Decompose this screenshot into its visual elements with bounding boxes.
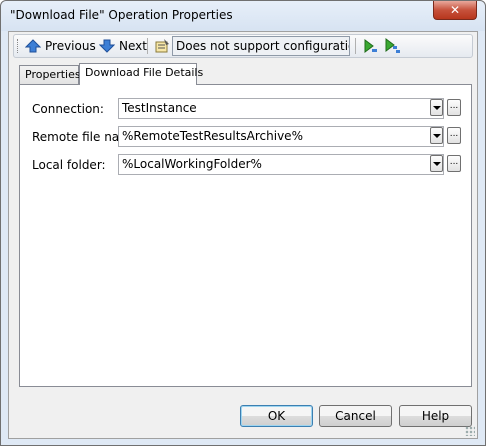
close-button[interactable]: ✕ xyxy=(433,1,477,20)
previous-label: Previous xyxy=(45,39,96,53)
download-file-details-panel: Connection: TestInstance ... Remote file… xyxy=(19,84,472,387)
run-icon xyxy=(364,39,377,53)
run-step-button[interactable] xyxy=(381,37,405,55)
remote-file-name-browse-button[interactable]: ... xyxy=(447,127,461,144)
connection-browse-button[interactable]: ... xyxy=(447,99,461,116)
down-arrow-icon xyxy=(99,39,115,53)
connection-row: Connection: TestInstance ... xyxy=(20,98,471,120)
next-label: Next xyxy=(119,39,147,53)
cancel-button[interactable]: Cancel xyxy=(319,405,392,427)
local-folder-field[interactable]: %LocalWorkingFolder% xyxy=(118,154,444,175)
title-bar[interactable]: "Download File" Operation Properties ✕ xyxy=(1,1,485,31)
help-button[interactable]: Help xyxy=(399,405,472,427)
window-title: "Download File" Operation Properties xyxy=(10,8,233,22)
local-folder-browse-button[interactable]: ... xyxy=(447,155,461,172)
toolbar-separator xyxy=(355,38,356,54)
connection-dropdown-button[interactable] xyxy=(430,99,443,116)
run-button[interactable] xyxy=(359,37,381,55)
previous-button[interactable]: Previous xyxy=(22,37,99,55)
dialog-window: "Download File" Operation Properties ✕ P… xyxy=(0,0,486,446)
properties-button[interactable] xyxy=(151,37,173,55)
toolbar-grip[interactable] xyxy=(17,39,20,53)
close-icon: ✕ xyxy=(449,3,461,17)
properties-icon xyxy=(155,39,169,53)
local-folder-dropdown-button[interactable] xyxy=(430,155,443,172)
remote-file-name-dropdown-button[interactable] xyxy=(430,127,443,144)
toolbar: Previous Next Does not support configura… xyxy=(13,34,473,58)
next-button[interactable]: Next xyxy=(96,37,150,55)
ok-button[interactable]: OK xyxy=(240,405,313,427)
local-folder-row: Local folder: %LocalWorkingFolder% ... xyxy=(20,154,471,176)
resize-grip[interactable] xyxy=(465,426,475,436)
tab-properties[interactable]: Properties xyxy=(19,65,81,84)
local-folder-label: Local folder: xyxy=(32,158,106,172)
up-arrow-icon xyxy=(25,39,41,53)
dialog-client-area: Previous Next Does not support configura… xyxy=(8,31,478,439)
run-step-icon xyxy=(385,38,400,53)
connection-label: Connection: xyxy=(32,102,104,116)
configuration-status: Does not support configurations. xyxy=(172,36,350,56)
remote-file-name-field[interactable]: %RemoteTestResultsArchive% xyxy=(118,126,444,147)
connection-field[interactable]: TestInstance xyxy=(118,98,444,119)
toolbar-separator xyxy=(147,38,148,54)
remote-file-name-row: Remote file name: %RemoteTestResultsArch… xyxy=(20,126,471,148)
tab-download-file-details[interactable]: Download File Details xyxy=(79,63,203,85)
